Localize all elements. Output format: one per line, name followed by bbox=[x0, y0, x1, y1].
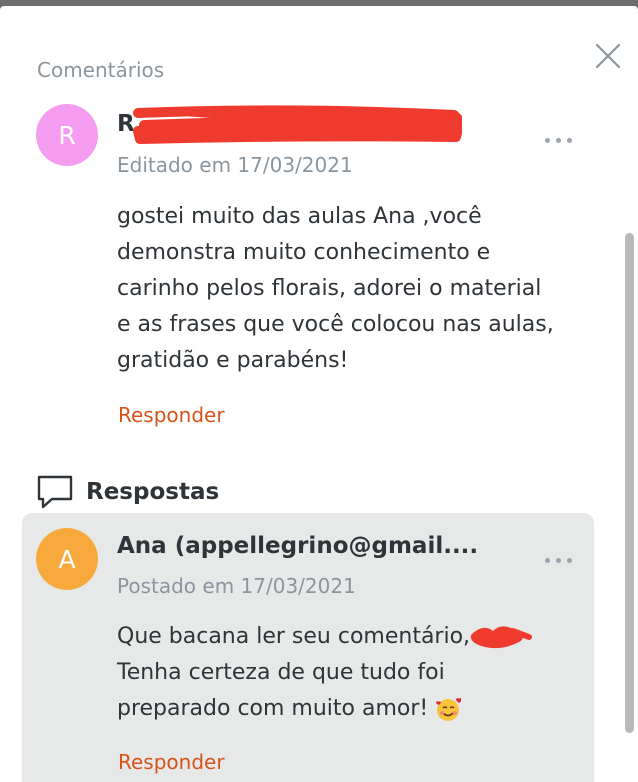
comment-body-line: gostei muito das aulas Ana ,você bbox=[117, 204, 482, 229]
heart-scribble bbox=[470, 626, 533, 649]
replies-header: Respostas bbox=[36, 472, 219, 512]
reply-button-2[interactable]: Responder bbox=[118, 750, 225, 774]
reply-button[interactable]: Responder bbox=[118, 403, 225, 427]
more-options-icon bbox=[544, 137, 550, 143]
more-options-icon-dot bbox=[566, 557, 572, 563]
comment-body-line: demonstra muito conhecimento e bbox=[117, 240, 491, 265]
reply-avatar[interactable]: A bbox=[36, 528, 98, 590]
avatar[interactable]: R bbox=[36, 104, 98, 166]
more-options-icon-dot bbox=[555, 557, 561, 563]
comments-panel: Comentários R R Editado em 17/03/2021 go… bbox=[0, 6, 638, 782]
reply-body-line: preparado com muito amor! bbox=[117, 691, 533, 727]
comment-more-button[interactable] bbox=[536, 128, 580, 152]
comment-body-line: carinho pelos florais, adorei o material bbox=[117, 276, 542, 301]
replies-label: Respostas bbox=[86, 479, 220, 505]
comment-body-line: gratidão e parabéns! bbox=[117, 348, 349, 373]
close-button[interactable] bbox=[592, 40, 624, 72]
reply-body-text: preparado com muito amor! bbox=[117, 696, 436, 721]
speech-bubble-icon bbox=[37, 475, 73, 509]
smiling-face-with-hearts-emoji bbox=[435, 696, 463, 722]
comment-body: gostei muito das aulas Ana ,você demonst… bbox=[117, 199, 554, 379]
reply-timestamp: Postado em 17/03/2021 bbox=[117, 574, 356, 598]
reply-body-text: Que bacana ler seu comentário, bbox=[117, 624, 471, 649]
avatar-initial: R bbox=[58, 120, 76, 150]
more-options-icon-dot bbox=[566, 137, 572, 143]
comment-body-line: e as frases que você colocou nas aulas, bbox=[117, 312, 554, 337]
more-options-icon-dot bbox=[555, 137, 561, 143]
reply-body: Que bacana ler seu comentário, Tenha cer… bbox=[117, 619, 533, 727]
more-options-icon bbox=[544, 557, 550, 563]
panel-title: Comentários bbox=[37, 58, 165, 82]
close-icon bbox=[595, 43, 621, 69]
avatar-initial: A bbox=[58, 544, 76, 574]
comment-timestamp: Editado em 17/03/2021 bbox=[117, 153, 353, 177]
scrollbar[interactable] bbox=[625, 233, 634, 733]
reply-author[interactable]: Ana (appellegrino@gmail.... bbox=[117, 533, 478, 559]
redaction-scribble bbox=[133, 105, 462, 144]
reply-body-line: Que bacana ler seu comentário, bbox=[117, 619, 533, 655]
reply-more-button[interactable] bbox=[536, 548, 580, 572]
emoji-face-icon bbox=[436, 698, 463, 721]
reply-body-line: Tenha certeza de que tudo foi bbox=[117, 660, 445, 685]
